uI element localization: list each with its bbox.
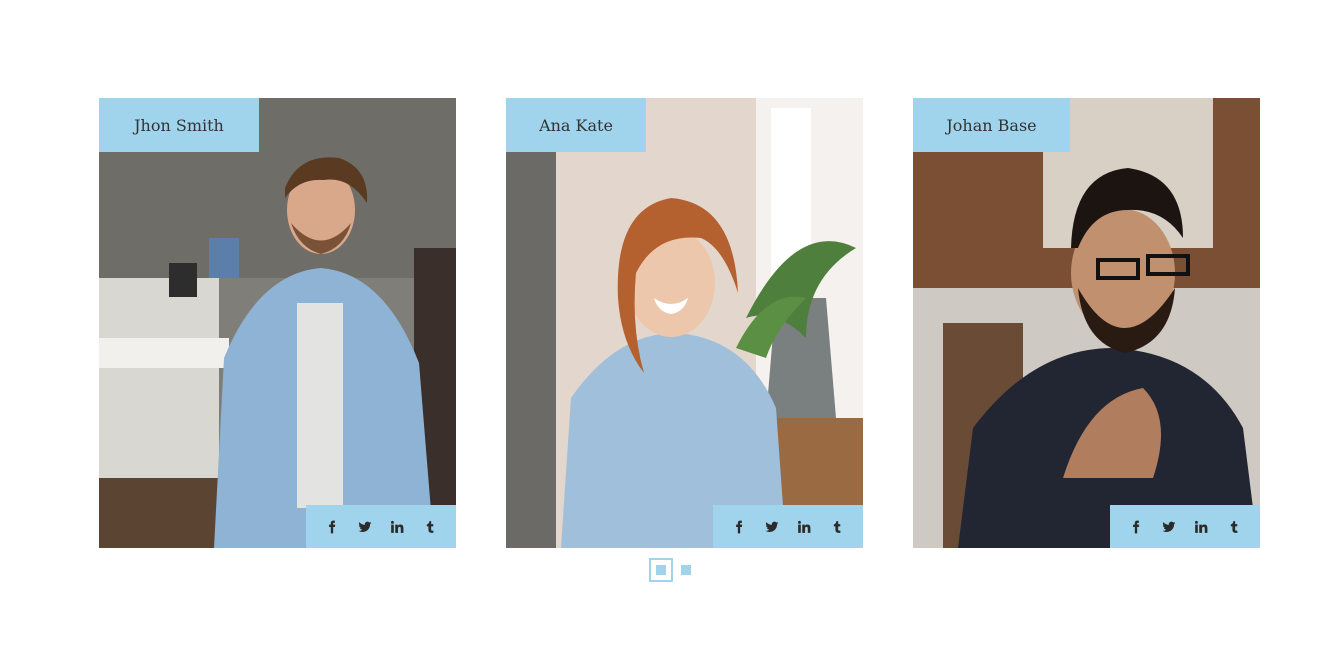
- linkedin-icon[interactable]: [1188, 514, 1214, 540]
- team-card-jhon-smith: Jhon Smith: [99, 98, 456, 548]
- member-name[interactable]: Jhon Smith: [99, 98, 259, 152]
- tumblr-icon[interactable]: [1221, 514, 1247, 540]
- team-carousel: Jhon Smith Ana Kate Johan Base: [0, 98, 1338, 548]
- team-card-ana-kate: Ana Kate: [506, 98, 863, 548]
- member-photo: [99, 98, 456, 548]
- facebook-icon[interactable]: [726, 514, 752, 540]
- carousel-pagination: [649, 558, 691, 582]
- social-links: [306, 505, 456, 548]
- twitter-icon[interactable]: [1156, 514, 1182, 540]
- tumblr-icon[interactable]: [824, 514, 850, 540]
- facebook-icon[interactable]: [1123, 514, 1149, 540]
- social-links: [713, 505, 863, 548]
- twitter-icon[interactable]: [759, 514, 785, 540]
- linkedin-icon[interactable]: [791, 514, 817, 540]
- team-card-johan-base: Johan Base: [913, 98, 1260, 548]
- facebook-icon[interactable]: [319, 514, 345, 540]
- twitter-icon[interactable]: [352, 514, 378, 540]
- tumblr-icon[interactable]: [417, 514, 443, 540]
- pagination-dot-1[interactable]: [649, 558, 673, 582]
- member-photo: [506, 98, 863, 548]
- member-name[interactable]: Ana Kate: [506, 98, 646, 152]
- member-name[interactable]: Johan Base: [913, 98, 1070, 152]
- social-links: [1110, 505, 1260, 548]
- member-photo: [913, 98, 1260, 548]
- linkedin-icon[interactable]: [384, 514, 410, 540]
- pagination-dot-2[interactable]: [681, 565, 691, 575]
